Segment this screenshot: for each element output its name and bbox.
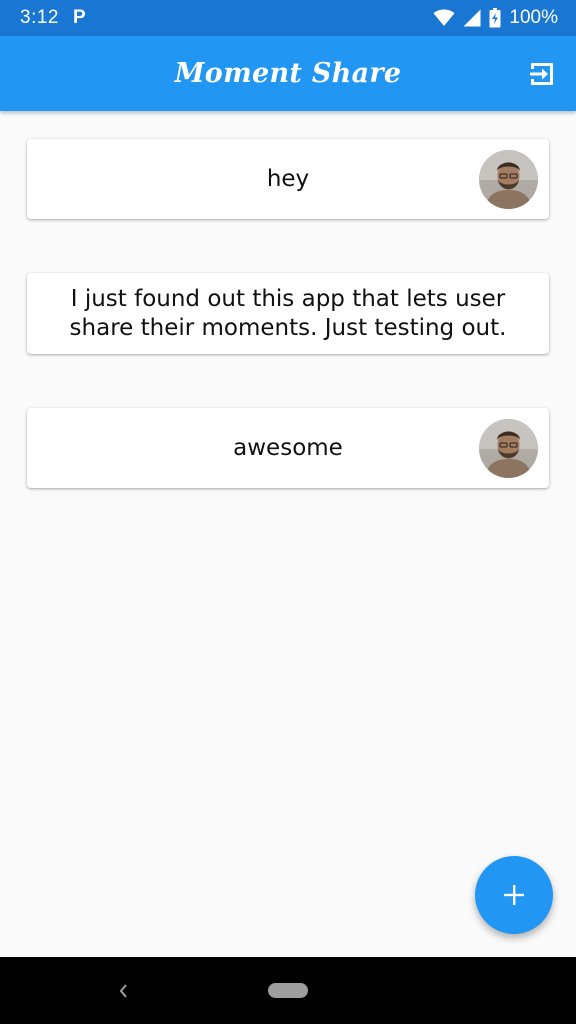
- signal-icon: [463, 9, 481, 27]
- avatar[interactable]: [479, 419, 538, 478]
- screen: 3:12 P 100% Moment Share hey I just foun…: [0, 0, 576, 1024]
- back-button[interactable]: [116, 981, 132, 1001]
- notification-letter: P: [72, 7, 86, 28]
- status-bar: 3:12 P 100%: [0, 0, 576, 36]
- add-moment-button[interactable]: [475, 856, 553, 934]
- status-left: 3:12 P: [20, 7, 86, 29]
- status-right: 100%: [433, 7, 558, 29]
- battery-level: 100%: [509, 7, 558, 28]
- post-card[interactable]: hey: [27, 139, 549, 219]
- back-icon: [119, 984, 127, 998]
- app-title: Moment Share: [174, 58, 402, 89]
- avatar[interactable]: [479, 150, 538, 209]
- post-text: awesome: [233, 434, 343, 461]
- logout-icon: [530, 63, 553, 85]
- battery-charging-icon: [489, 8, 501, 28]
- post-card[interactable]: I just found out this app that lets user…: [27, 273, 549, 354]
- navigation-bar: [0, 957, 576, 1024]
- logout-button[interactable]: [528, 60, 556, 88]
- post-card[interactable]: awesome: [27, 408, 549, 488]
- status-time: 3:12: [20, 7, 59, 28]
- app-bar: Moment Share: [0, 36, 576, 111]
- home-button[interactable]: [268, 983, 308, 998]
- post-text: I just found out this app that lets user…: [69, 285, 507, 341]
- post-text: hey: [266, 165, 310, 192]
- plus-icon: [504, 885, 524, 905]
- wifi-icon: [433, 9, 455, 27]
